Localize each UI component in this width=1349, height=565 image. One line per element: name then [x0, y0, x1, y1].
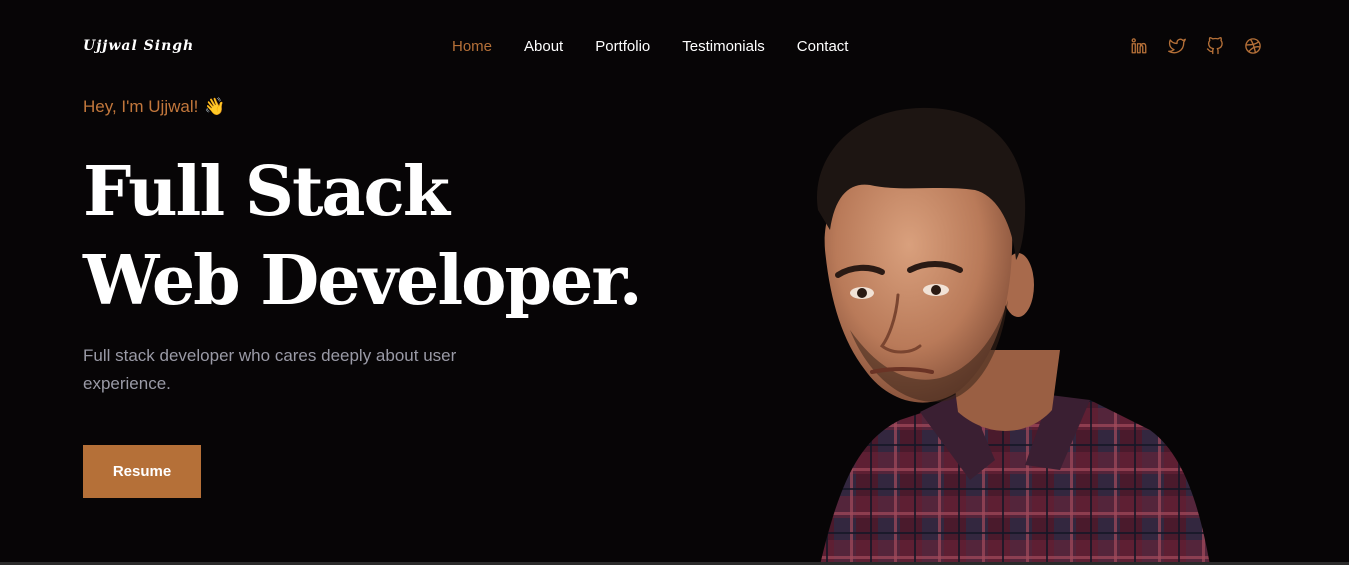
linkedin-icon[interactable] — [1130, 37, 1148, 55]
resume-button[interactable]: Resume — [83, 445, 201, 498]
nav-portfolio[interactable]: Portfolio — [595, 38, 650, 55]
twitter-icon[interactable] — [1168, 37, 1186, 55]
page: Ujjwal Singh Home About Portfolio Testim… — [0, 0, 1349, 565]
hero-subtitle: Full stack developer who cares deeply ab… — [83, 346, 457, 393]
main-nav: Home About Portfolio Testimonials Contac… — [452, 38, 880, 55]
greeting-text: Hey, I'm Ujjwal! — [83, 97, 199, 116]
nav-about[interactable]: About — [524, 38, 563, 55]
nav-home[interactable]: Home — [452, 38, 492, 55]
nav-testimonials[interactable]: Testimonials — [682, 38, 765, 55]
headline-line-1: Full Stack — [83, 152, 450, 232]
waving-hand-icon: 👋 — [204, 97, 226, 116]
headline-line-2: Web Developer. — [83, 241, 643, 321]
social-links — [1130, 37, 1262, 55]
github-icon[interactable] — [1206, 37, 1224, 55]
brand-logo[interactable]: Ujjwal Singh — [83, 38, 194, 54]
dribbble-icon[interactable] — [1244, 37, 1262, 55]
profile-photo — [816, 107, 1210, 565]
greeting: Hey, I'm Ujjwal! 👋 — [83, 97, 226, 117]
nav-contact[interactable]: Contact — [797, 38, 849, 55]
hero-headline: Full Stack Web Developer. — [83, 148, 643, 326]
